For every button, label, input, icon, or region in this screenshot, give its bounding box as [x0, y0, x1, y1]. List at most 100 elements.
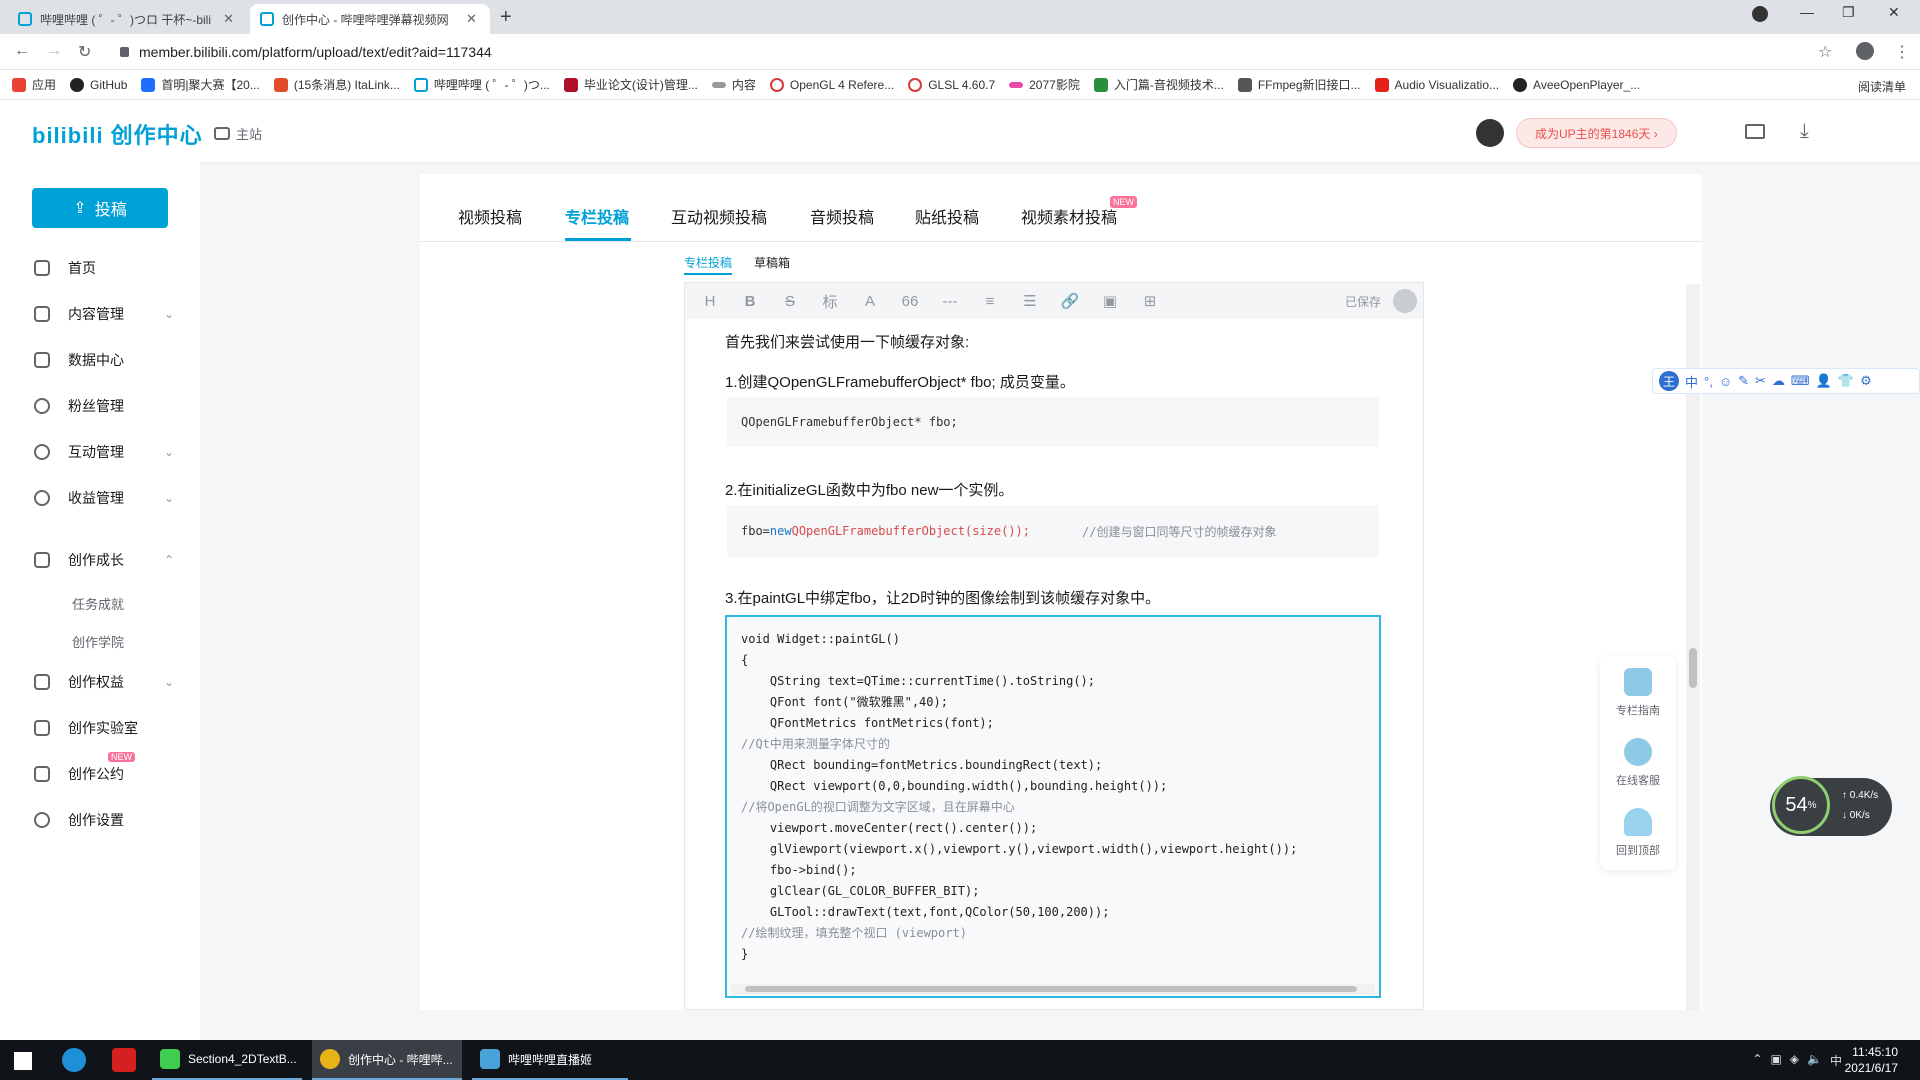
volume-icon[interactable]: 🔈	[1807, 1052, 1822, 1069]
ie-icon[interactable]	[62, 1048, 86, 1072]
menu-icon[interactable]: ⋮	[1894, 42, 1910, 62]
close-tab-icon[interactable]: ✕	[466, 11, 477, 27]
more-button[interactable]: ⊞	[1139, 292, 1161, 310]
tab-sticker[interactable]: 贴纸投稿	[915, 204, 979, 228]
bookmark-item[interactable]: (15条消息) ItaLink...	[273, 76, 400, 93]
online-service-button[interactable]: 在线客服	[1600, 738, 1676, 788]
bookmark-item[interactable]: GitHub	[70, 77, 127, 92]
bookmark-item[interactable]: 哔哩哔哩 ( ゜- ゜)つ...	[413, 76, 550, 93]
bookmark-item[interactable]: 入门篇-音视频技术...	[1093, 76, 1224, 93]
tab-material[interactable]: 视频素材投稿	[1021, 204, 1117, 228]
bookmark-item[interactable]: 内容	[711, 76, 756, 93]
link-button[interactable]: 🔗	[1059, 292, 1081, 310]
article-guide-button[interactable]: 专栏指南	[1600, 668, 1676, 718]
cloud-icon[interactable]: ☁	[1772, 373, 1785, 389]
close-tab-icon[interactable]: ✕	[223, 11, 234, 27]
sidebar-item-fans[interactable]: 粉丝管理	[0, 386, 200, 426]
font-color-button[interactable]: A	[859, 293, 881, 310]
taskbar-task[interactable]: Section4_2DTextB...	[152, 1040, 302, 1080]
clock[interactable]: 11:45:10 2021/6/17	[1845, 1044, 1898, 1076]
sidebar-item-growth[interactable]: 创作成长 ⌃	[0, 540, 200, 580]
new-tab-button[interactable]: +	[500, 6, 512, 29]
keyboard-icon[interactable]: ⌨	[1791, 373, 1810, 389]
taskbar-task[interactable]: 哔哩哔哩直播姬	[472, 1040, 628, 1080]
horizontal-scrollbar[interactable]	[731, 984, 1375, 994]
bookmark-item[interactable]: 2077影院	[1009, 76, 1080, 93]
network-icon[interactable]: ▣	[1770, 1052, 1781, 1069]
gear-icon[interactable]: ⚙	[1860, 373, 1872, 389]
reload-icon[interactable]: ↻	[78, 42, 91, 62]
chevron-up-icon[interactable]: ⌃	[1752, 1052, 1762, 1069]
code-editor-block[interactable]: void Widget::paintGL() { QString text=QT…	[725, 615, 1381, 998]
preview-icon[interactable]	[1393, 289, 1417, 313]
windows-start-icon[interactable]	[14, 1052, 32, 1070]
browser-tab-active[interactable]: 创作中心 - 哔哩哔哩弹幕视频网 ✕	[250, 4, 490, 34]
network-speed-widget[interactable]: 54% ↑ 0.4K/s ↓ 0K/s	[1770, 776, 1892, 836]
image-button[interactable]: ▣	[1099, 292, 1121, 310]
tab-audio[interactable]: 音频投稿	[810, 204, 874, 228]
app-icon[interactable]	[112, 1048, 136, 1072]
sidebar-item-content[interactable]: 内容管理 ⌄	[0, 294, 200, 334]
minimize-icon[interactable]: —	[1800, 4, 1814, 20]
download-icon[interactable]: ⤓	[1800, 120, 1809, 143]
sidebar-item-interaction[interactable]: 互动管理 ⌄	[0, 432, 200, 472]
divider-button[interactable]: ---	[939, 293, 961, 310]
tab-article[interactable]: 专栏投稿	[565, 204, 629, 228]
skin-icon[interactable]: 👕	[1838, 373, 1854, 389]
quote-button[interactable]: 66	[899, 293, 921, 310]
account-icon[interactable]	[1856, 42, 1874, 60]
font-size-button[interactable]: 标	[819, 291, 841, 312]
bookmark-item[interactable]: 首明|聚大赛【20...	[141, 76, 260, 93]
bookmark-item[interactable]: OpenGL 4 Refere...	[769, 77, 894, 92]
bookmark-item[interactable]: 毕业论文(设计)管理...	[563, 76, 698, 93]
bookmark-item[interactable]: GLSL 4.60.7	[908, 77, 995, 92]
sidebar-item-income[interactable]: 收益管理 ⌄	[0, 478, 200, 518]
sidebar-item-data[interactable]: 数据中心	[0, 340, 200, 380]
sidebar-subitem-academy[interactable]: 创作学院	[72, 632, 124, 651]
scrollbar-thumb[interactable]	[1689, 648, 1697, 688]
align-button[interactable]: ≡	[979, 293, 1001, 310]
bold-button[interactable]: B	[739, 293, 761, 310]
ime-indicator[interactable]: 中	[1830, 1052, 1842, 1069]
user-icon[interactable]: 👤	[1816, 373, 1832, 389]
subtab-article[interactable]: 专栏投稿	[684, 254, 733, 275]
back-to-top-button[interactable]: 回到顶部	[1600, 808, 1676, 858]
post-button[interactable]: ⇪ 投稿	[32, 188, 168, 228]
up-days-badge[interactable]: 成为UP主的第1846天 ›	[1516, 118, 1677, 148]
sidebar-item-rights[interactable]: 创作权益 ⌄	[0, 662, 200, 702]
restore-icon[interactable]: ❐	[1842, 4, 1855, 21]
tab-video[interactable]: 视频投稿	[458, 204, 522, 228]
tab-interactive-video[interactable]: 互动视频投稿	[671, 204, 767, 228]
bookmark-item[interactable]: Audio Visualizatio...	[1374, 77, 1499, 92]
scrollbar-thumb[interactable]	[745, 986, 1357, 992]
list-button[interactable]: ☰	[1019, 292, 1041, 310]
bookmark-apps[interactable]: 应用	[12, 76, 56, 93]
back-icon[interactable]: ←	[14, 42, 30, 60]
close-window-icon[interactable]: ✕	[1888, 4, 1900, 21]
bookmark-star-icon[interactable]: ☆	[1818, 42, 1832, 62]
main-site-link[interactable]: 主站	[214, 124, 262, 143]
scissors-icon[interactable]: ✂	[1755, 373, 1766, 389]
bookmark-item[interactable]: AveeOpenPlayer_...	[1513, 77, 1640, 92]
ime-mode-icon[interactable]: 中	[1685, 372, 1698, 391]
avatar[interactable]	[1476, 119, 1504, 147]
heading-button[interactable]: H	[699, 293, 721, 310]
sidebar-item-convention[interactable]: 创作公约 NEW	[0, 752, 200, 794]
sidebar-item-lab[interactable]: 创作实验室	[0, 708, 200, 748]
bilibili-logo[interactable]: bilibili 创作中心	[32, 118, 203, 150]
security-icon[interactable]: ◈	[1790, 1052, 1799, 1069]
subtab-drafts[interactable]: 草稿箱	[754, 254, 790, 275]
sidebar-item-home[interactable]: 首页	[0, 248, 200, 288]
sidebar-item-settings[interactable]: 创作设置	[0, 800, 200, 840]
reading-list[interactable]: 阅读清单	[1858, 78, 1906, 95]
taskbar-task-active[interactable]: 创作中心 - 哔哩哔...	[312, 1040, 462, 1080]
profile-dropdown-icon[interactable]	[1752, 6, 1768, 22]
mail-icon[interactable]	[1745, 124, 1765, 139]
url-input[interactable]: member.bilibili.com/platform/upload/text…	[108, 38, 1808, 66]
pen-icon[interactable]: ✎	[1738, 373, 1749, 389]
ime-punct-icon[interactable]: °,	[1704, 374, 1713, 389]
bookmark-item[interactable]: FFmpeg新旧接口...	[1237, 76, 1361, 93]
emoji-icon[interactable]: ☺	[1719, 374, 1732, 389]
strikethrough-button[interactable]: S	[779, 293, 801, 310]
ime-logo-icon[interactable]: 王	[1659, 371, 1679, 391]
